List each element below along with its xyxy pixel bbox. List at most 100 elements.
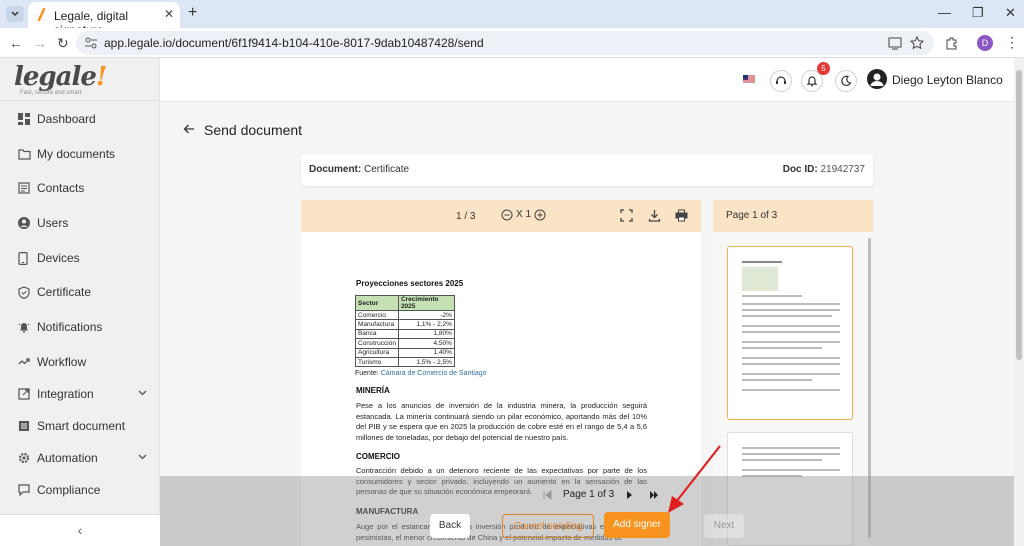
moon-icon (841, 75, 852, 87)
thumb-line (742, 447, 840, 449)
tab-close-icon[interactable]: ✕ (164, 7, 174, 21)
sidebar-item-contacts[interactable]: Contacts (0, 173, 160, 205)
user-avatar-icon (870, 73, 884, 86)
browser-profile-avatar[interactable]: D (977, 35, 993, 51)
doc-table-row: Comercio -2% (355, 309, 455, 321)
cast-icon[interactable] (887, 35, 903, 51)
doc-paragraph-mineria: Pese a los anuncios de inversión de la i… (356, 401, 647, 442)
support-button[interactable] (770, 70, 792, 92)
new-tab-icon[interactable]: + (188, 4, 197, 22)
document-info-bar: Document: Certificate Doc ID: 21942737 (301, 154, 873, 186)
doc-table-row: Turismo 1,5% - 2,5% (355, 356, 455, 368)
fullscreen-icon[interactable] (620, 209, 633, 222)
thumb-line (742, 389, 840, 391)
close-window-icon[interactable]: ✕ (1005, 5, 1016, 21)
thumb-line (742, 325, 840, 327)
thumb-line (742, 357, 840, 359)
headset-icon (776, 76, 786, 84)
doc-table-cell: Banca (355, 328, 399, 340)
doc-source: Fuente: Cámara de Comercio de Santiago (355, 370, 487, 377)
first-page-icon[interactable] (542, 490, 552, 500)
thumb-line (742, 261, 782, 263)
print-icon[interactable] (675, 209, 688, 222)
document-name-value: Certificate (364, 164, 410, 175)
thumb-line (742, 459, 822, 461)
thumb-line (742, 331, 840, 333)
integration-icon (18, 388, 30, 400)
gear-icon (18, 452, 30, 464)
doc-table-header: Sector Crecimiento 2025 (355, 295, 455, 311)
thumb-line (742, 347, 822, 349)
sidebar-item-devices[interactable]: Devices (0, 243, 160, 275)
thumb-line (742, 295, 802, 297)
viewer-page-count: 1 / 3 (456, 211, 476, 222)
sidebar-item-label: Contacts (37, 181, 85, 195)
thumbnails-header: Page 1 of 3 (713, 200, 873, 232)
bookmark-star-icon[interactable] (909, 35, 925, 51)
page-scrollbar-thumb[interactable] (1016, 70, 1022, 360)
sidebar-item-smart-document[interactable]: Smart document (0, 411, 160, 443)
sidebar-item-certificate[interactable]: Certificate (0, 277, 160, 309)
sidebar-item-label: Integration (37, 387, 94, 401)
sidebar-item-users[interactable]: Users (0, 208, 160, 240)
back-nav-icon[interactable]: ← (9, 35, 23, 51)
contacts-icon (18, 182, 30, 194)
browser-tab[interactable]: Legale, digital signature ✕ (28, 2, 180, 37)
doc-table-cell: 1,1% - 2,2% (397, 319, 455, 330)
restore-icon[interactable]: ❐ (972, 5, 984, 21)
doc-table-cell: -2% (397, 309, 455, 321)
user-avatar[interactable] (867, 69, 887, 89)
chevron-down-icon (138, 454, 147, 460)
doc-source-link[interactable]: Cámara de Comercio de Santiago (381, 370, 487, 377)
minimize-icon[interactable]: — (938, 5, 951, 20)
smart-document-icon (19, 421, 29, 431)
sidebar-item-integration[interactable]: Integration (0, 379, 160, 411)
sidebar-item-label: Users (37, 216, 69, 230)
sidebar-collapse-button[interactable]: ‹ (0, 514, 160, 546)
sidebar-item-notifications[interactable]: Notifications (0, 312, 160, 344)
thumb-line (742, 315, 832, 317)
sidebar-item-compliance[interactable]: Compliance (0, 475, 160, 507)
extensions-icon[interactable] (944, 35, 960, 51)
us-flag-icon[interactable] (743, 75, 755, 83)
url-text: app.legale.io/document/6f1f9414-b104-410… (104, 36, 484, 50)
site-info-icon[interactable] (84, 36, 98, 50)
tab-search-button[interactable] (6, 6, 24, 22)
sidebar-item-my-documents[interactable]: My documents (0, 139, 160, 171)
zoom-in-icon[interactable] (534, 209, 546, 221)
page-title: Send document (204, 122, 303, 138)
theme-toggle-button[interactable] (835, 70, 857, 92)
folder-icon (18, 149, 31, 160)
page-thumbnail-1[interactable] (727, 246, 853, 420)
chat-icon (18, 484, 30, 496)
shield-icon (18, 286, 30, 299)
sidebar-item-workflow[interactable]: Workflow (0, 347, 160, 379)
back-button[interactable]: Back (430, 514, 470, 538)
address-bar[interactable]: app.legale.io/document/6f1f9414-b104-410… (76, 31, 934, 55)
sidebar-item-label: Certificate (37, 285, 92, 299)
reload-icon[interactable]: ↻ (57, 35, 69, 52)
doc-table-cell: 1,80% (397, 328, 455, 340)
doc-table-cell: Agricultura (355, 347, 399, 358)
arrow-left-icon[interactable] (183, 123, 195, 135)
user-name[interactable]: Diego Leyton Blanco (892, 73, 1003, 87)
download-icon[interactable] (648, 209, 661, 222)
sidebar-divider (0, 100, 160, 101)
doc-table-row: Construcción 4,50% (355, 338, 455, 349)
forward-nav-icon[interactable]: → (33, 35, 47, 51)
next-page-icon[interactable] (624, 490, 634, 500)
browser-menu-icon[interactable]: ⋮ (1005, 34, 1019, 51)
doc-table-header-cell: Crecimiento 2025 (397, 295, 455, 311)
logo-text: legale (14, 62, 97, 92)
notification-count-badge: 5 (817, 62, 830, 75)
thumb-table (742, 267, 778, 291)
thumb-line (742, 309, 840, 311)
cancel-sending-button[interactable]: Cancel sending (502, 514, 594, 538)
document-label: Document: (309, 164, 362, 175)
browser-toolbar: ← → ↻ app.legale.io/document/6f1f9414-b1… (0, 28, 1024, 58)
sidebar-item-dashboard[interactable]: Dashboard (0, 104, 160, 136)
dashboard-icon (18, 113, 30, 125)
thumb-line (742, 363, 840, 365)
sidebar-item-automation[interactable]: Automation (0, 443, 160, 475)
zoom-out-icon[interactable] (501, 209, 513, 221)
